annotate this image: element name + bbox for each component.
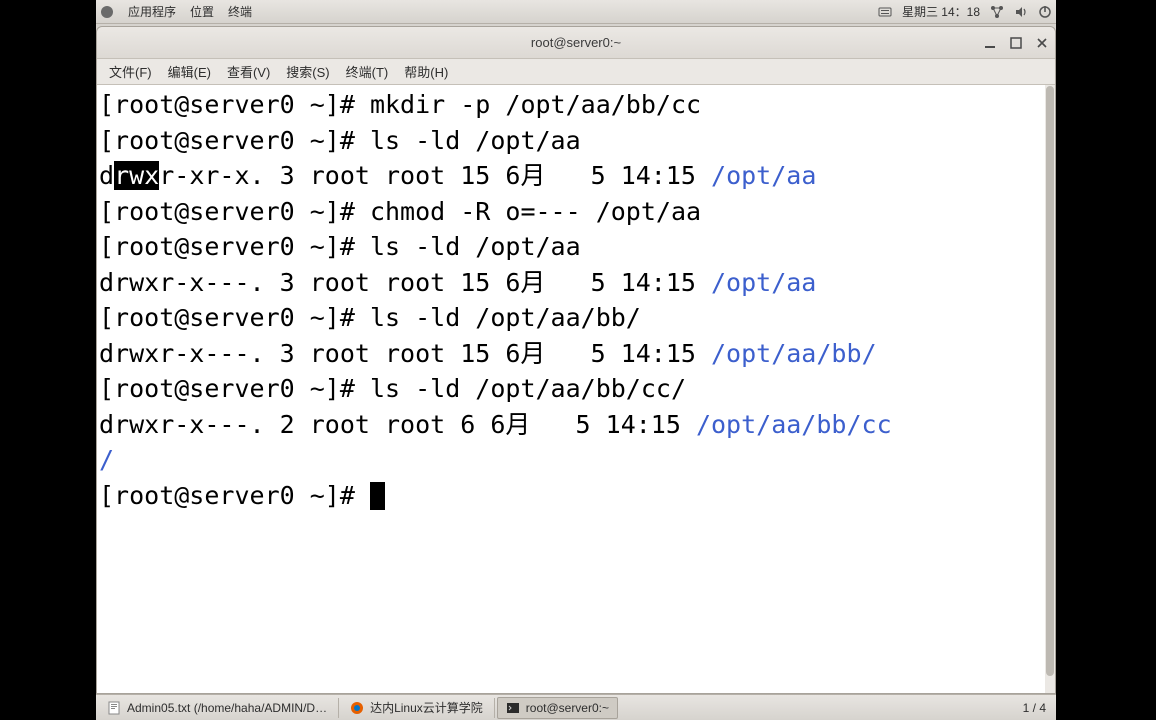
text-editor-icon xyxy=(107,701,121,715)
terminal-launcher[interactable]: 终端 xyxy=(228,3,252,20)
scrollbar[interactable] xyxy=(1045,85,1055,693)
terminal-viewport[interactable]: [root@server0 ~]# mkdir -p /opt/aa/bb/cc… xyxy=(97,85,1055,693)
places-menu[interactable]: 位置 xyxy=(190,3,214,20)
terminal-line: drwxr-x---. 3 root root 15 6月 5 14:15 /o… xyxy=(99,336,1055,372)
keyboard-icon[interactable] xyxy=(878,5,892,19)
terminal-line: [root@server0 ~]# ls -ld /opt/aa xyxy=(99,123,1055,159)
maximize-button[interactable] xyxy=(1009,36,1023,50)
network-icon[interactable] xyxy=(990,5,1004,19)
firefox-icon xyxy=(350,701,364,715)
power-icon[interactable] xyxy=(1038,5,1052,19)
gnome-foot-icon xyxy=(100,5,114,19)
minimize-button[interactable] xyxy=(983,36,997,50)
menu-search[interactable]: 搜索(S) xyxy=(280,60,335,83)
terminal-cursor xyxy=(370,482,385,510)
taskbar-item-browser[interactable]: 达内Linux云计算学院 xyxy=(341,697,492,719)
taskbar-item-terminal[interactable]: root@server0:~ xyxy=(497,697,618,719)
volume-icon[interactable] xyxy=(1014,5,1028,19)
close-button[interactable] xyxy=(1035,36,1049,50)
terminal-line: drwxr-x---. 3 root root 15 6月 5 14:15 /o… xyxy=(99,265,1055,301)
workspace-indicator[interactable]: 1 / 4 xyxy=(1013,701,1056,715)
terminal-icon xyxy=(506,701,520,715)
taskbar-item-label: Admin05.txt (/home/haha/ADMIN/D… xyxy=(127,701,327,715)
menu-edit[interactable]: 编辑(E) xyxy=(162,60,217,83)
taskbar-divider xyxy=(338,698,339,718)
menu-help[interactable]: 帮助(H) xyxy=(398,60,454,83)
menu-view[interactable]: 查看(V) xyxy=(221,60,276,83)
terminal-window: root@server0:~ 文件(F) 编辑(E) 查看(V) 搜索(S) 终… xyxy=(96,26,1056,694)
bottom-taskbar: Admin05.txt (/home/haha/ADMIN/D… 达内Linux… xyxy=(96,694,1056,720)
terminal-line: [root@server0 ~]# chmod -R o=--- /opt/aa xyxy=(99,194,1055,230)
terminal-line: drwxr-xr-x. 3 root root 15 6月 5 14:15 /o… xyxy=(99,158,1055,194)
terminal-line: [root@server0 ~]# xyxy=(99,478,1055,514)
terminal-line: [root@server0 ~]# ls -ld /opt/aa/bb/cc/ xyxy=(99,371,1055,407)
menubar: 文件(F) 编辑(E) 查看(V) 搜索(S) 终端(T) 帮助(H) xyxy=(97,59,1055,85)
scrollbar-thumb[interactable] xyxy=(1046,86,1054,676)
taskbar-item-label: 达内Linux云计算学院 xyxy=(370,699,483,716)
terminal-line: / xyxy=(99,442,1055,478)
applications-menu[interactable]: 应用程序 xyxy=(128,3,176,20)
clock[interactable]: 星期三 14：18 xyxy=(902,3,980,20)
window-title: root@server0:~ xyxy=(531,35,621,50)
terminal-line: [root@server0 ~]# mkdir -p /opt/aa/bb/cc xyxy=(99,87,1055,123)
terminal-line: drwxr-x---. 2 root root 6 6月 5 14:15 /op… xyxy=(99,407,1055,443)
terminal-line: [root@server0 ~]# ls -ld /opt/aa xyxy=(99,229,1055,265)
taskbar-item-editor[interactable]: Admin05.txt (/home/haha/ADMIN/D… xyxy=(98,697,336,719)
menu-terminal[interactable]: 终端(T) xyxy=(340,60,395,83)
terminal-line: [root@server0 ~]# ls -ld /opt/aa/bb/ xyxy=(99,300,1055,336)
menu-file[interactable]: 文件(F) xyxy=(103,60,158,83)
taskbar-item-label: root@server0:~ xyxy=(526,701,609,715)
window-titlebar[interactable]: root@server0:~ xyxy=(97,27,1055,59)
top-panel: 应用程序 位置 终端 星期三 14：18 xyxy=(96,0,1056,24)
taskbar-divider xyxy=(494,698,495,718)
